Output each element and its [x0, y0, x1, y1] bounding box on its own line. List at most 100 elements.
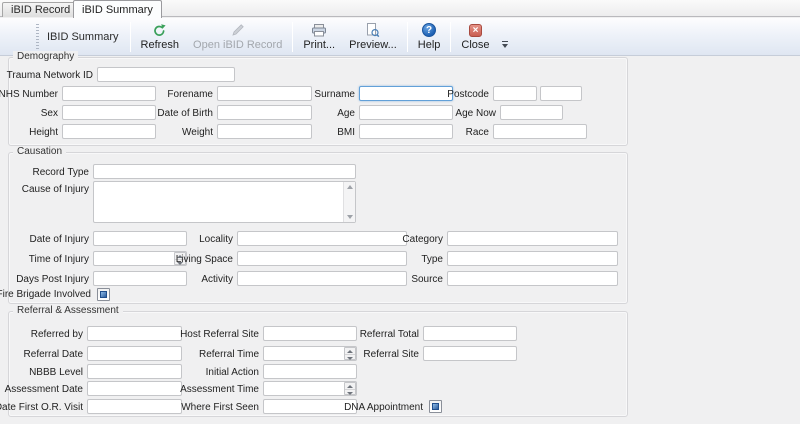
referral-total-input[interactable] [423, 326, 517, 341]
host-referral-site-label: Host Referral Site [180, 327, 259, 342]
chevron-down-icon [502, 44, 508, 48]
spin-down-icon[interactable] [347, 392, 353, 395]
causation-title: Causation [13, 146, 66, 157]
scroll-up-icon[interactable] [347, 185, 353, 189]
preview-button[interactable]: Preview... [342, 18, 404, 55]
where-first-seen-input[interactable] [263, 399, 357, 414]
postcode-inward-input[interactable] [540, 86, 582, 101]
trauma-network-id-input[interactable] [97, 67, 235, 82]
locality-label: Locality [199, 232, 233, 247]
weight-label: Weight [182, 125, 213, 140]
toolbar-separator [450, 22, 451, 52]
postcode-outward-input[interactable] [493, 86, 537, 101]
fire-brigade-involved-checkbox[interactable] [97, 288, 110, 301]
record-type-input[interactable] [93, 164, 356, 179]
assessment-time-spinner[interactable] [344, 382, 356, 395]
host-referral-site-input[interactable] [263, 326, 357, 341]
toolbar-grip[interactable] [36, 24, 39, 50]
close-icon: × [469, 23, 482, 38]
fire-brigade-involved-label: Fire Brigade Involved [0, 287, 91, 302]
living-space-input[interactable] [237, 251, 407, 266]
source-input[interactable] [447, 271, 618, 286]
type-input[interactable] [447, 251, 618, 266]
age-now-label: Age Now [455, 106, 496, 121]
date-of-birth-input[interactable] [217, 105, 312, 120]
bmi-input[interactable] [359, 124, 453, 139]
referral-date-label: Referral Date [24, 347, 83, 362]
date-of-birth-label: Date of Birth [157, 106, 213, 121]
initial-action-input[interactable] [263, 364, 357, 379]
scroll-down-icon[interactable] [347, 215, 353, 219]
forename-label: Forename [167, 87, 213, 102]
toolbar-separator [130, 22, 131, 52]
printer-icon [311, 23, 327, 38]
age-label: Age [337, 106, 355, 121]
record-type-label: Record Type [32, 165, 89, 180]
close-label: Close [461, 39, 489, 51]
assessment-date-input[interactable] [87, 381, 182, 396]
toolbar-separator [292, 22, 293, 52]
date-of-injury-label: Date of Injury [30, 232, 89, 247]
surname-input[interactable] [359, 86, 453, 101]
date-of-injury-input[interactable] [93, 231, 187, 246]
referral-site-input[interactable] [423, 346, 517, 361]
close-button[interactable]: × Close [454, 18, 496, 55]
refresh-icon [152, 23, 167, 38]
age-now-input[interactable] [500, 105, 563, 120]
source-label: Source [411, 272, 443, 287]
living-space-label: Living Space [176, 252, 233, 267]
assessment-time-input[interactable] [263, 381, 357, 396]
open-ibid-record-label: Open iBID Record [193, 39, 282, 51]
referral-time-label: Referral Time [199, 347, 259, 362]
race-input[interactable] [493, 124, 587, 139]
cause-of-injury-label: Cause of Injury [22, 182, 89, 197]
time-of-injury-label: Time of Injury [29, 252, 89, 267]
height-label: Height [29, 125, 58, 140]
cause-of-injury-textarea[interactable] [93, 181, 356, 223]
checkbox-fill [100, 291, 107, 298]
tab-ibid-summary[interactable]: iBID Summary [73, 0, 162, 18]
refresh-button[interactable]: Refresh [134, 18, 187, 55]
open-ibid-record-button[interactable]: Open iBID Record [186, 18, 289, 55]
referral-total-label: Referral Total [360, 327, 419, 342]
toolbar-caption: IBID Summary [45, 31, 127, 43]
toolbar-overflow-button[interactable] [499, 41, 511, 48]
print-label: Print... [303, 39, 335, 51]
weight-input[interactable] [217, 124, 312, 139]
refresh-label: Refresh [141, 39, 180, 51]
initial-action-label: Initial Action [206, 365, 259, 380]
trauma-network-id-label: Trauma Network ID [7, 68, 93, 83]
referral-time-input[interactable] [263, 346, 357, 361]
age-input[interactable] [359, 105, 453, 120]
help-label: Help [418, 39, 441, 51]
days-post-injury-label: Days Post Injury [16, 272, 89, 287]
referral-date-input[interactable] [87, 346, 182, 361]
time-of-injury-input[interactable] [93, 251, 187, 266]
dna-appointment-checkbox[interactable] [429, 400, 442, 413]
referral-time-spinner[interactable] [344, 347, 356, 360]
overflow-bar [502, 41, 508, 42]
race-label: Race [466, 125, 489, 140]
referred-by-input[interactable] [87, 326, 182, 341]
preview-icon [365, 23, 380, 38]
days-post-injury-input[interactable] [93, 271, 187, 286]
sex-input[interactable] [62, 105, 156, 120]
height-input[interactable] [62, 124, 156, 139]
checkbox-fill [432, 403, 439, 410]
locality-input[interactable] [237, 231, 407, 246]
tab-bar: iBID Record Type iBID Summary [0, 0, 800, 17]
ibid-summary-window: iBID Record Type iBID Summary IBID Summa… [0, 0, 800, 424]
date-first-or-visit-input[interactable] [87, 399, 182, 414]
nbbb-level-input[interactable] [87, 364, 182, 379]
preview-label: Preview... [349, 39, 397, 51]
print-button[interactable]: Print... [296, 18, 342, 55]
nhs-number-input[interactable] [62, 86, 156, 101]
activity-input[interactable] [237, 271, 407, 286]
help-button[interactable]: ? Help [411, 18, 448, 55]
spin-down-icon[interactable] [347, 357, 353, 360]
postcode-label: Postcode [447, 87, 489, 102]
forename-input[interactable] [217, 86, 312, 101]
scrollbar[interactable] [343, 182, 355, 222]
category-input[interactable] [447, 231, 618, 246]
assessment-date-label: Assessment Date [5, 382, 83, 397]
